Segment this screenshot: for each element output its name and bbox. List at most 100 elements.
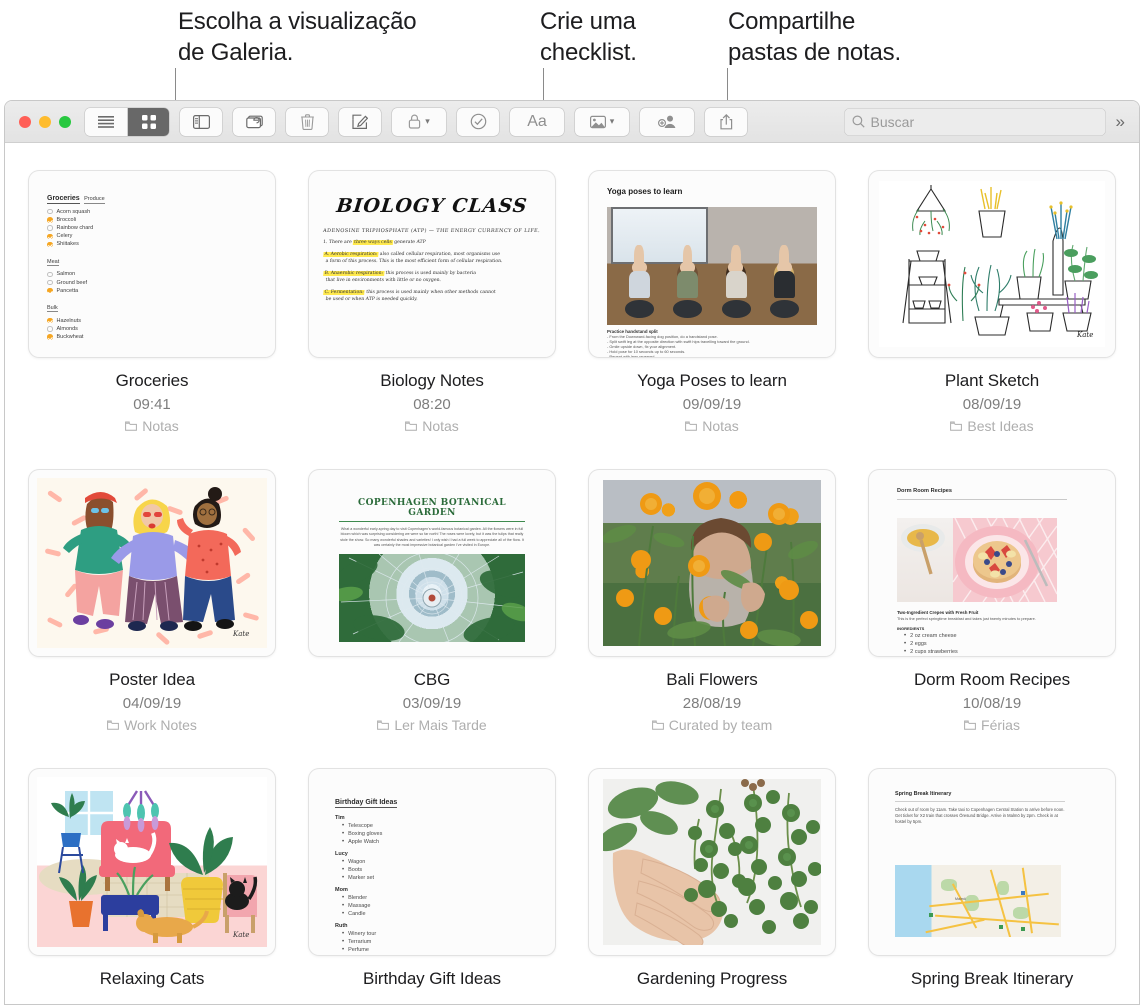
delete-button[interactable]	[286, 107, 328, 136]
note-meta: Yoga Poses to learn 09/09/19 Notas	[589, 357, 835, 434]
map-park	[1013, 907, 1029, 919]
note-thumbnail[interactable]: Birthday Gift Ideas Tim Telescope Boxing…	[309, 769, 555, 955]
checklist-icon	[470, 113, 486, 130]
gift-label: Wagon	[348, 859, 366, 865]
media-button[interactable]: ▾	[575, 107, 629, 136]
note-folder-label: Férias	[981, 717, 1020, 733]
checklist-label: Acorn squash	[56, 208, 91, 215]
close-window-button[interactable]	[19, 115, 31, 128]
figure	[623, 245, 656, 318]
note-card[interactable]: Birthday Gift Ideas Tim Telescope Boxing…	[309, 769, 555, 989]
checklist-button[interactable]	[457, 107, 499, 136]
thumb-heading: Birthday Gift Ideas	[335, 799, 398, 808]
note-thumbnail[interactable]: Kate	[869, 171, 1115, 357]
note-thumbnail[interactable]	[589, 769, 835, 955]
callout-share-folders: Compartilhe pastas de notas.	[728, 8, 901, 66]
note-thumbnail[interactable]: Spring Break Itinerary Check out of room…	[869, 769, 1115, 955]
sidebar-toggle-button[interactable]	[180, 107, 222, 136]
note-title: CBG	[413, 670, 451, 689]
figure	[768, 245, 801, 318]
poster-illustration: Kate	[37, 478, 267, 648]
search-field[interactable]: Buscar	[843, 107, 1106, 136]
note-thumbnail[interactable]: Yoga poses to learn Practice handstand s…	[589, 171, 835, 357]
note-card[interactable]: Gardening Progress	[589, 769, 835, 989]
note-folder-label: Work Notes	[124, 717, 197, 733]
checkbox-icon	[47, 334, 53, 340]
ingredient-label: 2 eggs	[910, 641, 927, 647]
checklist-label: Broccoli	[56, 216, 77, 223]
note-date: 04/09/19	[122, 695, 182, 712]
format-label: Aa	[527, 112, 547, 130]
note-title: Yoga Poses to learn	[637, 371, 787, 390]
toolbar-overflow-button[interactable]: »	[1116, 112, 1126, 132]
checklist-label: Ground beef	[56, 279, 88, 286]
note-folder-label: Notas	[702, 418, 739, 434]
note-thumbnail[interactable]: Kate	[29, 769, 275, 955]
gallery-view-button[interactable]	[127, 107, 169, 136]
gift-label: Blender	[348, 895, 368, 901]
note-card[interactable]: Yoga poses to learn Practice handstand s…	[589, 171, 835, 434]
note-card[interactable]: BIOLOGY CLASS ADENOSINE TRIPHOSPHATE (AT…	[309, 171, 555, 434]
attachments-button[interactable]	[233, 107, 275, 136]
note-date: 10/08/19	[962, 695, 1022, 712]
thumb-line: 1. There are three ways cells generate A…	[322, 240, 426, 245]
bali-flowers-photo	[603, 480, 821, 646]
thumb-section-label: Meat	[47, 258, 60, 267]
thumb-heading: Yoga poses to learn	[607, 187, 683, 196]
share-button[interactable]	[705, 107, 747, 136]
folder-icon	[964, 720, 976, 730]
zoom-window-button[interactable]	[59, 115, 71, 128]
checklist-item: Salmon	[47, 271, 257, 277]
relaxing-cats-illustration: Kate	[37, 777, 267, 947]
search-icon	[852, 115, 865, 128]
note-card[interactable]: Kate Plant Sketch 08/09/19 Best Ideas	[869, 171, 1115, 434]
folder-icon	[405, 421, 418, 431]
note-thumbnail[interactable]: COPENHAGEN BOTANICAL GARDEN What a wonde…	[309, 470, 555, 656]
chevron-down-icon: ▾	[609, 116, 615, 126]
note-folder-label: Curated by team	[668, 717, 773, 733]
gift-label: Apple Watch	[348, 839, 380, 845]
map-pin	[929, 913, 933, 917]
thumb-section-label: Mom	[335, 887, 348, 893]
map-road	[929, 892, 1049, 907]
note-thumbnail[interactable]: Groceries Produce Acorn squash Broccoli …	[29, 171, 275, 357]
callout-checklist: Crie uma checklist.	[540, 8, 637, 66]
note-folder: Notas	[309, 418, 555, 434]
note-folder: Work Notes	[29, 717, 275, 733]
checkbox-icon	[47, 279, 53, 286]
note-card[interactable]: Dorm Room Recipes Two-Ingredient Crepes …	[869, 470, 1115, 733]
checklist-item: Hazelnuts	[47, 318, 257, 324]
note-date: 09/09/19	[682, 396, 742, 413]
hand-with-plant	[603, 779, 821, 945]
share-folder-button[interactable]	[640, 107, 694, 136]
plants-illustration: Kate	[902, 185, 1098, 339]
lock-button[interactable]: ▾	[392, 107, 446, 136]
list-view-button[interactable]	[85, 107, 127, 136]
thumb-heading: Dorm Room Recipes	[897, 488, 953, 494]
checklist-item: Ground beef	[47, 280, 257, 286]
folder-icon	[125, 421, 138, 431]
ingredient-item: 2 cups strawberries	[904, 649, 1067, 655]
note-meta: CBG 03/09/19 Ler Mais Tarde	[309, 656, 555, 733]
note-card[interactable]: Groceries Produce Acorn squash Broccoli …	[29, 171, 275, 434]
note-card[interactable]: Bali Flowers 28/08/19 Curated by team	[589, 470, 835, 733]
note-thumbnail[interactable]: Kate	[29, 470, 275, 656]
note-card[interactable]: Kate Poster Idea 04/09/19 Work Notes	[29, 470, 275, 733]
note-title: Spring Break Itinerary	[910, 969, 1074, 988]
share-icon	[719, 113, 732, 129]
note-card[interactable]: Spring Break Itinerary Check out of room…	[869, 769, 1115, 989]
note-title: Relaxing Cats	[99, 969, 205, 988]
folder-icon	[685, 421, 698, 431]
checklist-label: Hazelnuts	[56, 317, 81, 324]
note-thumbnail[interactable]: Dorm Room Recipes Two-Ingredient Crepes …	[869, 470, 1115, 656]
note-meta: Relaxing Cats	[29, 955, 275, 989]
note-thumbnail[interactable]: BIOLOGY CLASS ADENOSINE TRIPHOSPHATE (AT…	[309, 171, 555, 357]
note-thumbnail[interactable]	[589, 470, 835, 656]
note-folder: Férias	[869, 717, 1115, 733]
note-date: 03/09/19	[402, 695, 462, 712]
note-card[interactable]: COPENHAGEN BOTANICAL GARDEN What a wonde…	[309, 470, 555, 733]
compose-button[interactable]	[339, 107, 381, 136]
note-card[interactable]: Kate Relaxing Cats	[29, 769, 275, 989]
format-button[interactable]: Aa	[510, 107, 564, 136]
minimize-window-button[interactable]	[39, 115, 51, 128]
